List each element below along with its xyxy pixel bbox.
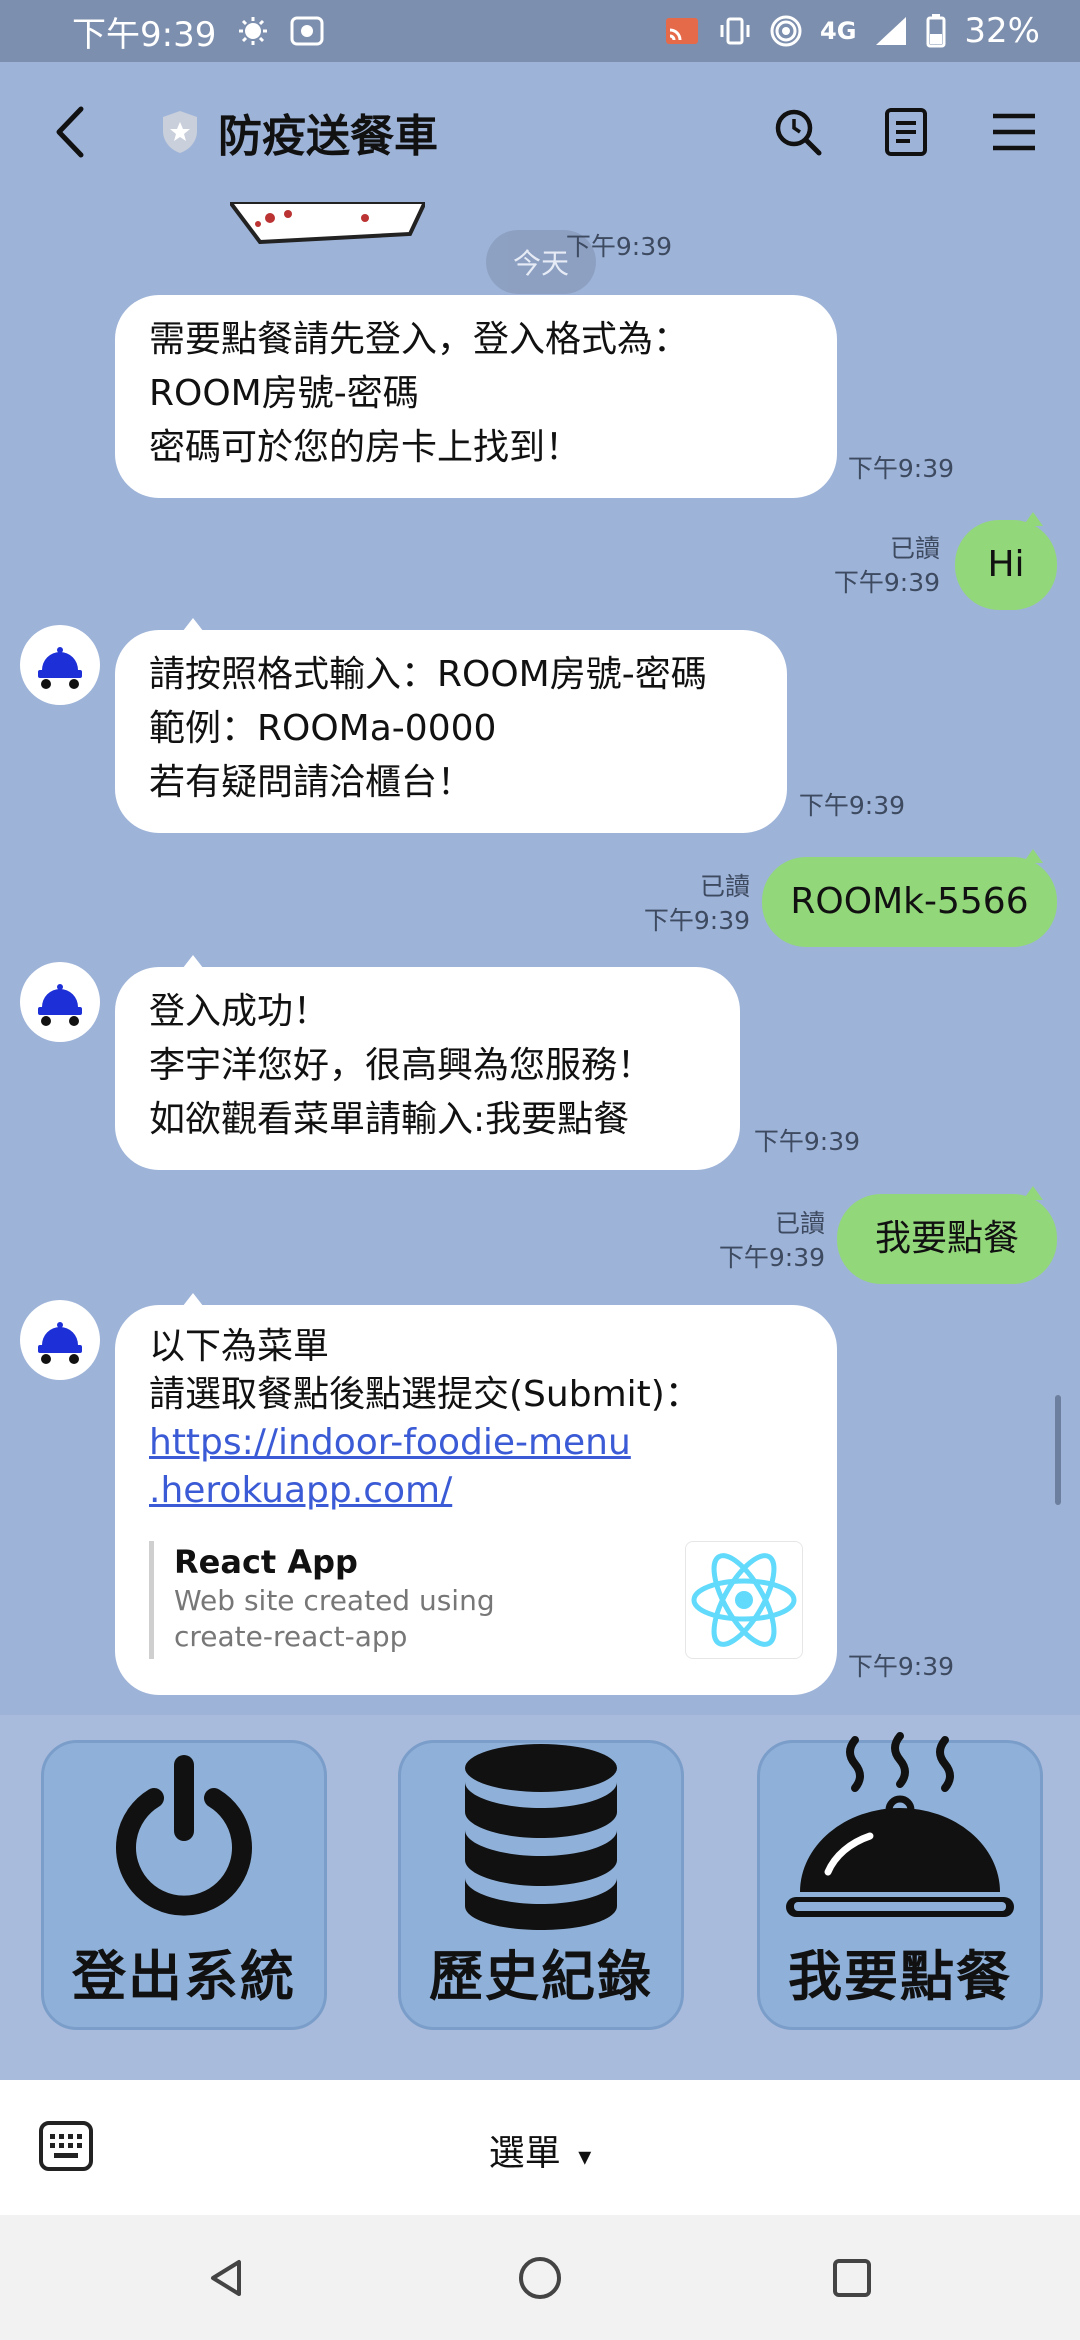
message-text: Hi	[987, 544, 1025, 585]
menu-icon	[993, 113, 1035, 151]
rich-menu: 登出系統 歷史紀錄 我要點餐	[0, 1715, 1080, 2080]
delivery-cart-icon	[38, 1322, 82, 1364]
food-tray-image	[227, 202, 428, 245]
menu-button[interactable]	[988, 106, 1040, 158]
chat-area[interactable]: 今天 下午9:39 需要點餐請先登入，登入格式為： ROOM房號-密碼 密碼可於…	[0, 202, 1080, 1715]
message-line: 請按照格式輸入：ROOM房號-密碼	[149, 654, 707, 695]
status-time: 下午9:39	[72, 14, 217, 55]
caret-down-icon: ▾	[578, 2142, 592, 2172]
bot-message: 以下為菜單 請選取餐點後點選提交(Submit)： https://indoor…	[115, 1293, 837, 1695]
signal-icon	[874, 15, 908, 47]
message-time: 下午9:39	[565, 232, 672, 261]
chat-bottom-bar: 選單 ▾	[0, 2080, 1080, 2215]
system-nav-bar	[0, 2215, 1080, 2340]
rich-menu-toggle[interactable]: 選單 ▾	[0, 2124, 1080, 2176]
back-icon	[56, 106, 84, 158]
read-receipt: 已讀 下午9:39	[718, 1209, 825, 1272]
message-line: 如欲觀看菜單請輸入:我要點餐	[149, 1099, 630, 1140]
message-line: 以下為菜單	[149, 1326, 330, 1367]
cast-icon	[664, 16, 700, 46]
message-time: 下午9:39	[753, 1127, 860, 1156]
preview-description: Web site created using	[174, 1584, 495, 1617]
nav-back-button[interactable]	[200, 2251, 254, 2305]
history-button[interactable]: 歷史紀錄	[398, 1740, 684, 2030]
menu-link[interactable]: https://indoor-foodie-menu	[149, 1419, 803, 1467]
chat-title: 防疫送餐車	[218, 111, 438, 162]
rich-menu-label: 歷史紀錄	[429, 1945, 653, 2008]
my-message: ROOMk-5566	[762, 849, 1057, 947]
message-time: 下午9:39	[847, 1652, 954, 1681]
delivery-cart-icon	[38, 647, 82, 689]
network-label: 4G	[820, 17, 857, 45]
vibrate-icon	[718, 16, 752, 46]
database-icon	[461, 1742, 621, 1932]
bot-message: 登入成功！ 李宇洋您好，很高興為您服務！ 如欲觀看菜單請輸入:我要點餐	[115, 955, 740, 1170]
bot-avatar[interactable]	[20, 625, 100, 705]
message-time: 下午9:39	[847, 454, 954, 483]
message-text: 我要點餐	[874, 1218, 1019, 1259]
notes-icon	[885, 108, 927, 156]
search-button[interactable]	[772, 106, 824, 158]
message-line: ROOM房號-密碼	[149, 373, 419, 414]
bot-avatar[interactable]	[20, 962, 100, 1042]
notes-button[interactable]	[880, 106, 932, 158]
preview-description: create-react-app	[174, 1620, 408, 1653]
chat-header: 防疫送餐車	[0, 62, 1080, 202]
message-line: 登入成功！	[149, 991, 330, 1032]
react-logo-icon	[685, 1541, 803, 1659]
nav-home-button[interactable]	[513, 2251, 567, 2305]
rich-menu-label: 我要點餐	[788, 1945, 1012, 2008]
menu-toggle-label: 選單	[488, 2133, 561, 2174]
screenshot-icon	[290, 16, 324, 46]
message-line: 李宇洋您好，很高興為您服務！	[149, 1045, 654, 1086]
my-message: Hi	[955, 512, 1057, 610]
rich-menu-label: 登出系統	[72, 1945, 296, 2008]
message-line: 請選取餐點後點選提交(Submit)：	[149, 1374, 701, 1415]
order-button[interactable]: 我要點餐	[757, 1732, 1043, 2030]
battery-icon	[926, 14, 946, 48]
brightness-icon	[238, 16, 268, 46]
message-line: 若有疑問請洽櫃台！	[149, 762, 474, 803]
bot-avatar[interactable]	[20, 1300, 100, 1380]
bot-message: 請按照格式輸入：ROOM房號-密碼 範例：ROOMa-0000 若有疑問請洽櫃台…	[115, 618, 787, 833]
chat-scrollbar[interactable]	[1055, 1395, 1061, 1505]
status-bar: 下午9:39 4G 32%	[0, 0, 1080, 62]
preview-title: React App	[174, 1543, 358, 1581]
hotspot-icon	[770, 15, 802, 47]
triangle-back-icon	[211, 2260, 241, 2296]
read-receipt: 已讀 下午9:39	[643, 872, 750, 935]
power-icon	[99, 1743, 269, 1932]
circle-home-icon	[519, 2257, 561, 2299]
message-text: ROOMk-5566	[790, 881, 1029, 922]
message-time: 下午9:39	[798, 791, 905, 820]
read-receipt: 已讀 下午9:39	[833, 534, 940, 597]
shield-icon	[160, 109, 200, 155]
cloche-icon	[780, 1732, 1020, 1932]
menu-link[interactable]: .herokuapp.com/	[149, 1467, 803, 1515]
message-line: 密碼可於您的房卡上找到！	[149, 427, 582, 468]
search-icon	[775, 109, 822, 156]
bot-message: 需要點餐請先登入，登入格式為： ROOM房號-密碼 密碼可於您的房卡上找到！	[115, 295, 837, 498]
battery-percent: 32%	[964, 11, 1040, 51]
square-recents-icon	[833, 2259, 871, 2297]
message-line: 需要點餐請先登入，登入格式為：	[149, 319, 690, 360]
nav-recents-button[interactable]	[825, 2251, 879, 2305]
back-button[interactable]	[40, 92, 100, 172]
preview-divider	[149, 1541, 154, 1659]
delivery-cart-icon	[38, 984, 82, 1026]
message-line: 範例：ROOMa-0000	[149, 708, 497, 749]
my-message: 我要點餐	[837, 1186, 1057, 1284]
logout-button[interactable]: 登出系統	[41, 1740, 327, 2030]
link-preview[interactable]: React App Web site created using create-…	[149, 1541, 803, 1659]
